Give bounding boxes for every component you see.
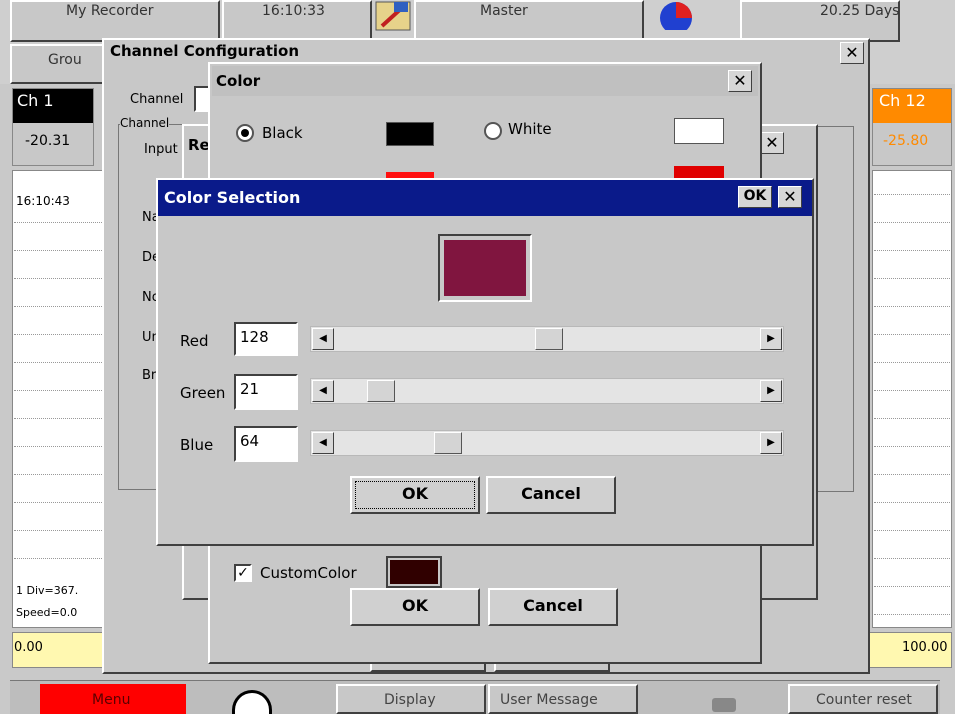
- color-preview: [444, 240, 526, 296]
- speed-text: Speed=0.0: [16, 606, 78, 619]
- color-selection-title: Color Selection: [164, 188, 301, 207]
- white-radio[interactable]: [484, 122, 502, 140]
- red-input[interactable]: 128: [234, 322, 298, 356]
- green-input[interactable]: 21: [234, 374, 298, 410]
- blue-right-arrow-icon[interactable]: ▶: [760, 432, 782, 454]
- user-message-label: User Message: [500, 692, 598, 708]
- color-dialog-titlebar: [212, 66, 758, 96]
- red-slider-thumb[interactable]: [534, 328, 563, 350]
- black-swatch: [386, 122, 434, 146]
- recorder-title: My Recorder: [66, 3, 154, 19]
- scale-min: 0.00: [14, 640, 43, 655]
- white-label: White: [508, 120, 552, 138]
- black-radio[interactable]: [236, 124, 254, 142]
- black-label: Black: [262, 124, 303, 142]
- custom-color-label: CustomColor: [260, 564, 357, 582]
- camera-icon[interactable]: [712, 698, 736, 712]
- color-selection-ok-title-button[interactable]: OK: [738, 186, 772, 208]
- ch12-box[interactable]: Ch 12 -25.80: [872, 88, 952, 166]
- channel-config-close-icon[interactable]: ✕: [840, 42, 864, 64]
- ch1-box[interactable]: Ch 1 -20.31: [12, 88, 94, 166]
- white-swatch: [674, 118, 724, 144]
- behind-dialog-title: Re: [188, 136, 210, 154]
- display-button-label: Display: [384, 692, 436, 708]
- blue-left-arrow-icon[interactable]: ◀: [312, 432, 334, 454]
- time-display: 16:10:33: [262, 3, 325, 19]
- master-cell[interactable]: [414, 0, 644, 42]
- blue-label: Blue: [180, 436, 214, 454]
- behind-dialog-close-icon[interactable]: ✕: [760, 132, 784, 154]
- menu-button-label: Menu: [92, 692, 131, 708]
- color-selection-close-icon[interactable]: ✕: [778, 186, 802, 208]
- counter-reset-label: Counter reset: [816, 692, 912, 708]
- color-ok-button[interactable]: OK: [350, 588, 480, 626]
- days-display: 20.25 Days: [820, 3, 900, 19]
- custom-color-checkbox[interactable]: ✓: [234, 564, 252, 582]
- ch12-value: -25.80: [883, 133, 929, 149]
- red-label: Red: [180, 332, 209, 350]
- chart-area-left: [12, 170, 112, 628]
- channel-label: Channel: [130, 92, 184, 107]
- green-right-arrow-icon[interactable]: ▶: [760, 380, 782, 402]
- color-preview-frame: [438, 234, 532, 302]
- blue-slider[interactable]: ◀ ▶: [310, 430, 784, 456]
- group-label: Grou: [48, 52, 82, 68]
- chart-area-right: [872, 170, 952, 628]
- pie-icon: [656, 0, 696, 34]
- green-left-arrow-icon[interactable]: ◀: [312, 380, 334, 402]
- green-label: Green: [180, 384, 226, 402]
- color-dialog-close-icon[interactable]: ✕: [728, 70, 752, 92]
- channel-config-title: Channel Configuration: [110, 42, 300, 60]
- custom-color-button[interactable]: [386, 556, 442, 588]
- red-right-arrow-icon[interactable]: ▶: [760, 328, 782, 350]
- scale-max: 100.00: [902, 640, 948, 655]
- brightness-label: Br: [142, 368, 157, 383]
- channel-group-label: Channel: [120, 116, 170, 130]
- blue-slider-thumb[interactable]: [434, 432, 463, 454]
- red-left-arrow-icon[interactable]: ◀: [312, 328, 334, 350]
- ch1-value: -20.31: [25, 133, 71, 149]
- ch1-label: Ch 1: [17, 91, 54, 110]
- red-slider[interactable]: ◀ ▶: [310, 326, 784, 352]
- green-slider-thumb[interactable]: [366, 380, 395, 402]
- header-center-label: Master: [480, 3, 528, 19]
- color-cancel-button[interactable]: Cancel: [488, 588, 618, 626]
- color-dialog-title: Color: [216, 72, 261, 90]
- folder-icon[interactable]: [374, 0, 414, 32]
- color-selection-ok-button[interactable]: OK: [350, 476, 480, 514]
- div-text: 1 Div=367.: [16, 584, 79, 597]
- color-selection-cancel-button[interactable]: Cancel: [486, 476, 616, 514]
- blue-input[interactable]: 64: [234, 426, 298, 462]
- chart-timestamp: 16:10:43: [16, 194, 70, 208]
- ch12-label: Ch 12: [879, 91, 926, 110]
- green-slider[interactable]: ◀ ▶: [310, 378, 784, 404]
- input-label: Input: [144, 142, 178, 157]
